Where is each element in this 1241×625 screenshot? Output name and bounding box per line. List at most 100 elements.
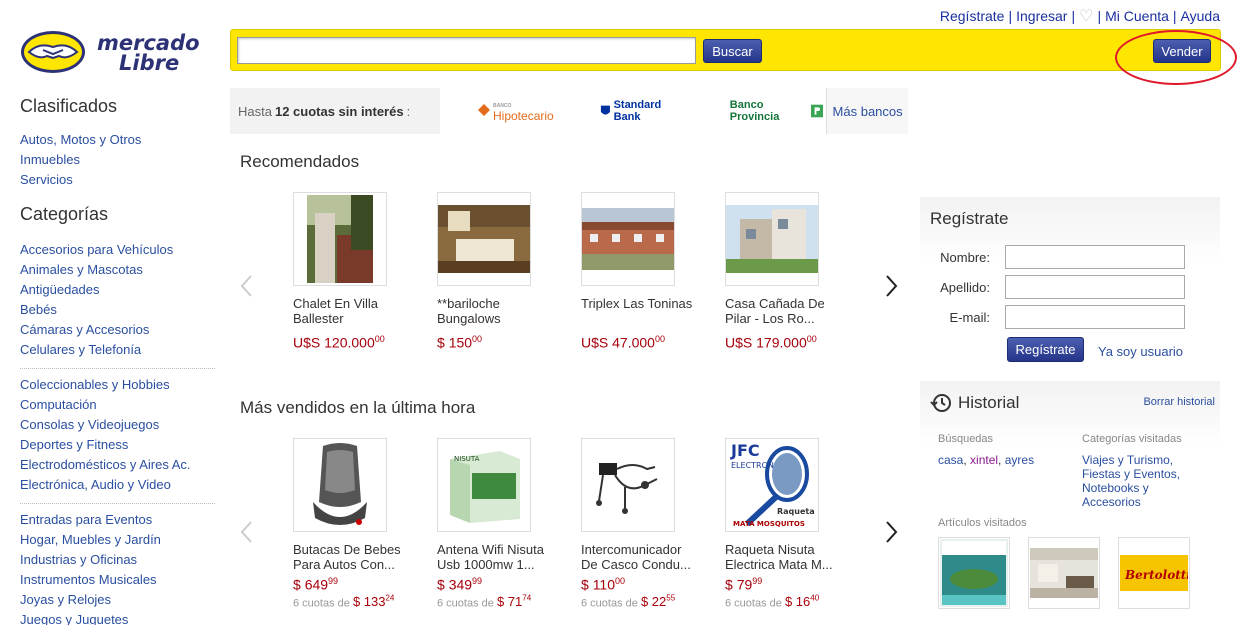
sidebar-item[interactable]: Instrumentos Musicales bbox=[20, 570, 215, 590]
more-banks-link[interactable]: Más bancos bbox=[826, 88, 908, 134]
installment-price: 6 cuotas de $ 13324 bbox=[293, 593, 395, 609]
help-link[interactable]: Ayuda bbox=[1181, 8, 1220, 24]
separator: | bbox=[1172, 8, 1177, 24]
product-name[interactable]: Intercomunicador De Casco Condu... bbox=[581, 542, 701, 572]
product-name[interactable]: **bariloche Bungalows bbox=[437, 296, 557, 326]
mercadolibre-logo[interactable]: mercado Libre bbox=[19, 28, 211, 76]
search-history-item[interactable]: casa bbox=[938, 453, 963, 467]
product-thumbnail[interactable] bbox=[725, 192, 819, 286]
product-name[interactable]: Triplex Las Toninas bbox=[581, 296, 701, 326]
product-price: U$S 47.00000 bbox=[581, 334, 665, 351]
product-card[interactable]: Butacas De Bebes Para Autos Con... $ 649… bbox=[293, 438, 413, 609]
installment-price: 6 cuotas de $ 7174 bbox=[437, 593, 532, 609]
history-title: Historial bbox=[930, 393, 1019, 413]
bank-hipotecario-logo[interactable]: BANCO Hipotecario bbox=[478, 101, 554, 123]
favorites-heart-icon[interactable]: ♡ bbox=[1079, 6, 1093, 26]
sidebar-item[interactable]: Inmuebles bbox=[20, 150, 215, 170]
visited-category-link[interactable]: Fiestas y Eventos, bbox=[1082, 467, 1202, 481]
visited-category-link[interactable]: Notebooks y Accesorios bbox=[1082, 481, 1202, 509]
my-account-link[interactable]: Mi Cuenta bbox=[1105, 8, 1169, 24]
search-button[interactable]: Buscar bbox=[703, 39, 762, 63]
installments-bold: 12 cuotas sin interés bbox=[274, 103, 404, 119]
apellido-field[interactable] bbox=[1005, 275, 1185, 299]
product-thumbnail[interactable]: JFC ELECTRONICA Raqueta MATA MOSQUITOS bbox=[725, 438, 819, 532]
sidebar-item[interactable]: Electrodomésticos y Aires Ac. bbox=[20, 455, 215, 475]
product-thumbnail[interactable] bbox=[581, 438, 675, 532]
product-card[interactable]: Triplex Las Toninas U$S 47.00000 bbox=[581, 192, 701, 351]
sidebar-item[interactable]: Electrónica, Audio y Video bbox=[20, 475, 215, 495]
visited-articles-heading: Artículos visitados bbox=[938, 517, 1027, 529]
product-card[interactable]: Intercomunicador De Casco Condu... $ 110… bbox=[581, 438, 701, 609]
bank-provincia-logo[interactable]: Banco Provincia bbox=[730, 99, 826, 123]
sidebar-item[interactable]: Consolas y Videojuegos bbox=[20, 415, 215, 435]
product-card[interactable]: **bariloche Bungalows $ 15000 bbox=[437, 192, 557, 351]
product-card[interactable]: Chalet En Villa Ballester U$S 120.00000 bbox=[293, 192, 413, 351]
apellido-label: Apellido: bbox=[940, 280, 990, 295]
sidebar-item[interactable]: Computación bbox=[20, 395, 215, 415]
sidebar-item[interactable]: Animales y Mascotas bbox=[20, 260, 215, 280]
sidebar-item[interactable]: Antigüedades bbox=[20, 280, 215, 300]
sidebar-item[interactable]: Hogar, Muebles y Jardín bbox=[20, 530, 215, 550]
visited-category-link[interactable]: Viajes y Turismo, bbox=[1082, 453, 1202, 467]
chevron-right-icon[interactable] bbox=[885, 275, 899, 297]
product-price: $ 11000 bbox=[581, 576, 626, 593]
register-submit-button[interactable]: Regístrate bbox=[1007, 337, 1084, 362]
categorias-list-3: Entradas para Eventos Hogar, Muebles y J… bbox=[20, 510, 215, 625]
bank-standard-logo[interactable]: Standard Bank bbox=[600, 99, 684, 123]
product-thumbnail[interactable] bbox=[437, 192, 531, 286]
sidebar-item[interactable]: Bebés bbox=[20, 300, 215, 320]
sidebar: Clasificados Autos, Motos y Otros Inmueb… bbox=[20, 96, 215, 625]
sidebar-item[interactable]: Joyas y Relojes bbox=[20, 590, 215, 610]
product-card[interactable]: NISUTA Antena Wifi Nisuta Usb 1000mw 1..… bbox=[437, 438, 557, 609]
product-thumbnail[interactable]: NISUTA bbox=[437, 438, 531, 532]
product-name[interactable]: Antena Wifi Nisuta Usb 1000mw 1... bbox=[437, 542, 557, 572]
search-input[interactable] bbox=[237, 37, 696, 64]
product-price: U$S 120.00000 bbox=[293, 334, 385, 351]
email-label: E-mail: bbox=[949, 310, 990, 325]
nombre-field[interactable] bbox=[1005, 245, 1185, 269]
product-card[interactable]: JFC ELECTRONICA Raqueta MATA MOSQUITOS Raqu… bbox=[725, 438, 845, 609]
product-price: $ 34999 bbox=[437, 576, 483, 593]
login-link[interactable]: Ingresar bbox=[1016, 8, 1067, 24]
register-link[interactable]: Regístrate bbox=[940, 8, 1005, 24]
product-name[interactable]: Casa Cañada De Pilar - Los Ro... bbox=[725, 296, 845, 326]
history-clock-icon bbox=[930, 394, 951, 412]
product-name[interactable]: Chalet En Villa Ballester bbox=[293, 296, 413, 326]
visited-article-thumbnail[interactable] bbox=[1028, 537, 1100, 609]
already-user-link[interactable]: Ya soy usuario bbox=[1098, 344, 1183, 359]
sidebar-item[interactable]: Deportes y Fitness bbox=[20, 435, 215, 455]
bank-name: Hipotecario bbox=[493, 109, 554, 123]
product-thumbnail[interactable] bbox=[581, 192, 675, 286]
sidebar-item[interactable]: Coleccionables y Hobbies bbox=[20, 375, 215, 395]
product-thumbnail[interactable] bbox=[293, 192, 387, 286]
divider bbox=[20, 368, 215, 369]
chevron-right-icon[interactable] bbox=[885, 521, 899, 543]
chevron-left-icon[interactable] bbox=[239, 521, 253, 543]
sidebar-item[interactable]: Accesorios para Vehículos bbox=[20, 240, 215, 260]
sidebar-item[interactable]: Juegos y Juguetes bbox=[20, 610, 215, 625]
search-history-links: casa, xintel, ayres bbox=[938, 453, 1035, 467]
visited-article-thumbnail[interactable] bbox=[938, 537, 1010, 609]
product-price: $ 15000 bbox=[437, 334, 483, 351]
categorias-heading: Categorías bbox=[20, 204, 109, 224]
history-title-text: Historial bbox=[958, 393, 1020, 412]
product-name[interactable]: Raqueta Nisuta Electrica Mata M... bbox=[725, 542, 845, 572]
bank-name: Banco Provincia bbox=[729, 99, 780, 123]
sidebar-item[interactable]: Industrias y Oficinas bbox=[20, 550, 215, 570]
visited-article-thumbnail[interactable]: Bertolotti bbox=[1118, 537, 1190, 609]
product-name[interactable]: Butacas De Bebes Para Autos Con... bbox=[293, 542, 413, 572]
email-field[interactable] bbox=[1005, 305, 1185, 329]
sidebar-item[interactable]: Autos, Motos y Otros bbox=[20, 130, 215, 150]
bank-name: Standard Bank bbox=[613, 99, 662, 123]
product-price: U$S 179.00000 bbox=[725, 334, 817, 351]
sidebar-item[interactable]: Cámaras y Accesorios bbox=[20, 320, 215, 340]
sidebar-item[interactable]: Entradas para Eventos bbox=[20, 510, 215, 530]
chevron-left-icon[interactable] bbox=[239, 275, 253, 297]
search-history-item[interactable]: ayres bbox=[1005, 453, 1034, 467]
sidebar-item[interactable]: Servicios bbox=[20, 170, 215, 190]
search-history-item[interactable]: xintel bbox=[970, 453, 998, 467]
sidebar-item[interactable]: Celulares y Telefonía bbox=[20, 340, 215, 360]
product-thumbnail[interactable] bbox=[293, 438, 387, 532]
clear-history-link[interactable]: Borrar historial bbox=[1143, 396, 1215, 408]
product-card[interactable]: Casa Cañada De Pilar - Los Ro... U$S 179… bbox=[725, 192, 845, 351]
